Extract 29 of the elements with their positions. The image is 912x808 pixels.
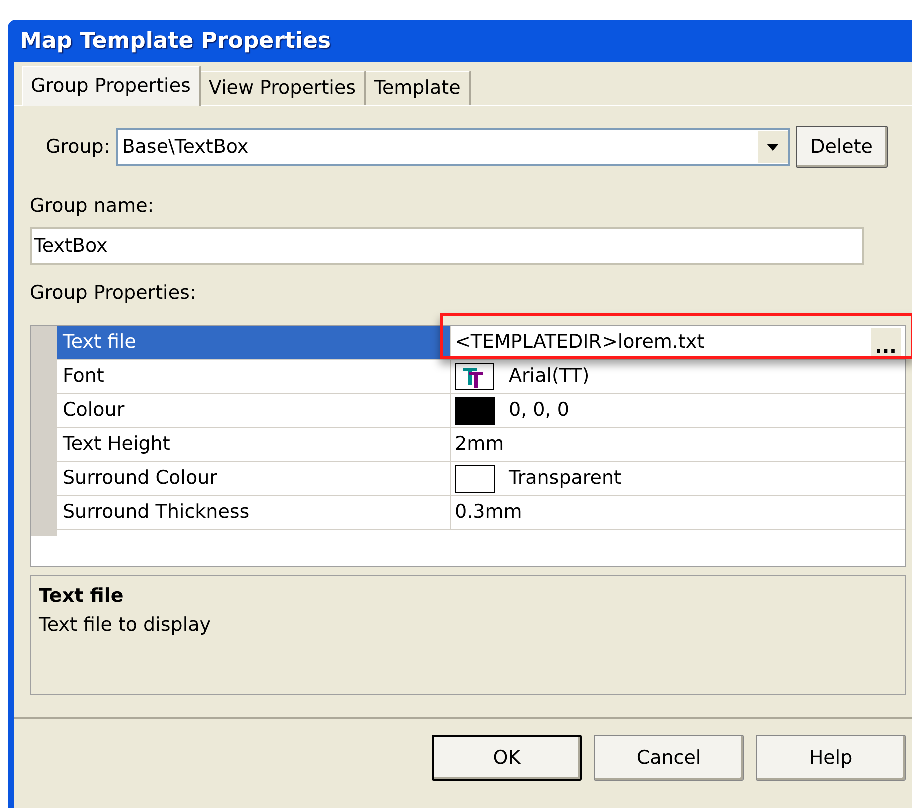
property-value: <TEMPLATEDIR>lorem.txt [455,330,706,356]
group-properties-label: Group Properties: [30,280,198,306]
property-value: 2mm [455,432,506,458]
property-name[interactable]: Surround Thickness [57,496,451,529]
delete-button[interactable]: Delete [796,126,888,168]
dialog-button[interactable]: OK [432,735,582,781]
tab[interactable]: Group Properties [22,66,201,106]
property-name[interactable]: Colour [57,394,451,427]
group-label: Group: [46,134,110,160]
description-title: Text file [39,584,124,609]
description-text: Text file to display [39,612,212,638]
group-dropdown[interactable]: Base\TextBox [116,128,790,166]
font-icon [455,362,495,390]
property-name[interactable]: Font [57,360,451,393]
property-value: 0.3mm [455,500,524,526]
group-name-label: Group name: [30,194,156,219]
property-name[interactable]: Text Height [57,428,451,461]
dialog-button[interactable]: Cancel [594,735,744,781]
tab[interactable]: Template [366,71,471,105]
tab[interactable]: View Properties [200,71,366,105]
property-value: 0, 0, 0 [509,398,570,424]
dialog-button[interactable]: Help [756,735,906,781]
property-value: Arial(TT) [509,364,591,390]
property-name[interactable]: Text file [57,326,451,359]
property-value: Transparent [509,466,622,492]
property-name[interactable]: Surround Colour [57,462,451,495]
group-name-field[interactable]: TextBox [30,226,864,264]
window-title: Map Template Properties [20,28,331,56]
browse-button[interactable]: ... [871,328,901,358]
